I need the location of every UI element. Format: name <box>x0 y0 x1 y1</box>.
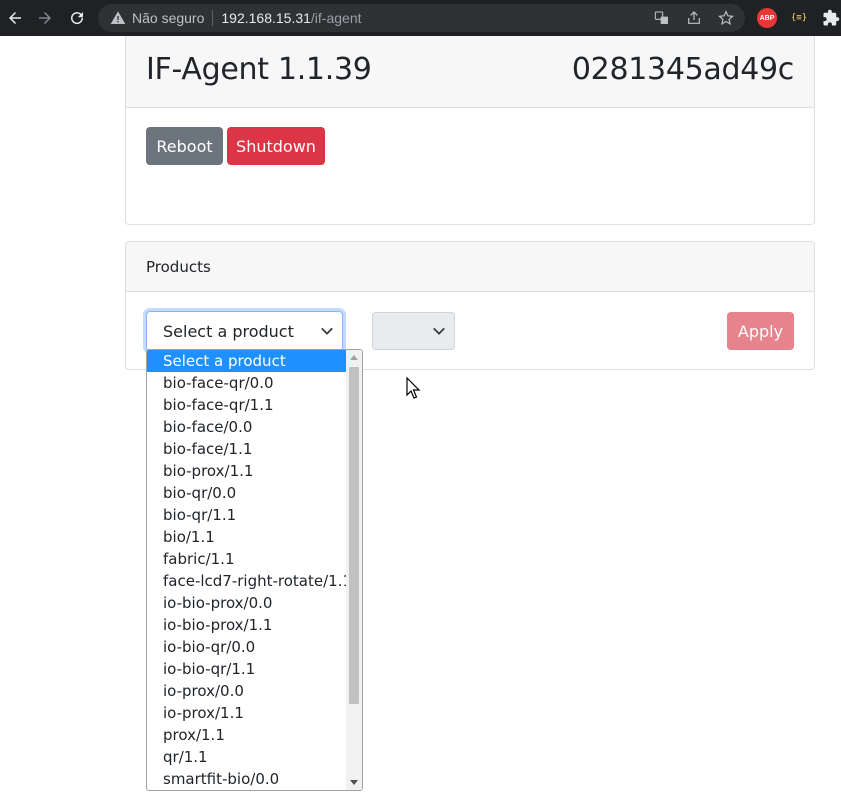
insecure-label: Não seguro <box>132 10 205 26</box>
dropdown-option[interactable]: bio-qr/0.0 <box>147 482 347 504</box>
version-select[interactable] <box>372 312 455 350</box>
dropdown-scrollbar[interactable] <box>346 350 362 790</box>
dropdown-option[interactable]: fabric/1.1 <box>147 548 347 570</box>
dropdown-option[interactable]: bio/1.1 <box>147 526 347 548</box>
dropdown-option[interactable]: io-bio-prox/0.0 <box>147 592 347 614</box>
product-select[interactable]: Select a product <box>146 311 343 351</box>
scroll-down-arrow-icon[interactable] <box>350 780 358 785</box>
agent-id: 0281345ad49c <box>571 52 794 87</box>
dropdown-option[interactable]: Select a product <box>147 350 347 372</box>
dropdown-option[interactable]: face-lcd7-right-rotate/1.1 <box>147 570 352 592</box>
agent-card: IF-Agent 1.1.39 0281345ad49c Reboot Shut… <box>125 36 815 225</box>
dropdown-option[interactable]: io-bio-prox/1.1 <box>147 614 347 636</box>
mouse-cursor-icon <box>406 377 421 399</box>
adblock-extension-icon[interactable]: ABP <box>757 8 777 28</box>
product-select-value: Select a product <box>163 321 294 341</box>
omnibox-divider <box>212 10 214 26</box>
product-dropdown-list[interactable]: Select a product bio-face-qr/0.0 bio-face-… <box>146 349 363 791</box>
json-viewer-extension-icon[interactable]: {≡} <box>789 8 809 28</box>
chevron-down-icon <box>321 327 333 335</box>
products-header: Products <box>146 258 211 276</box>
extensions-puzzle-icon[interactable] <box>821 8 841 28</box>
url-path: /if-agent <box>310 10 362 26</box>
address-bar[interactable]: Não seguro 192.168.15.31/if-agent <box>98 4 745 32</box>
chevron-down-icon <box>433 327 445 335</box>
agent-title: IF-Agent 1.1.39 <box>146 52 372 87</box>
forward-icon[interactable] <box>34 7 56 29</box>
url-host: 192.168.15.31 <box>221 10 311 26</box>
apply-button[interactable]: Apply <box>727 312 794 350</box>
agent-card-header: IF-Agent 1.1.39 0281345ad49c <box>126 36 814 108</box>
dropdown-option[interactable]: prox/1.1 <box>147 724 347 746</box>
products-card-header: Products <box>126 242 814 292</box>
reload-icon[interactable] <box>66 7 88 29</box>
back-icon[interactable] <box>4 7 26 29</box>
translate-icon[interactable] <box>653 9 671 27</box>
dropdown-option[interactable]: io-bio-qr/0.0 <box>147 636 347 658</box>
dropdown-option[interactable]: bio-face/1.1 <box>147 438 347 460</box>
browser-toolbar: Não seguro 192.168.15.31/if-agent ABP {≡… <box>0 0 841 36</box>
dropdown-options: Select a product bio-face-qr/0.0 bio-face-… <box>147 350 352 790</box>
dropdown-option[interactable]: smartfit-bio/0.0 <box>147 768 347 790</box>
dropdown-option[interactable]: bio-face/0.0 <box>147 416 347 438</box>
bookmark-star-icon[interactable] <box>717 9 735 27</box>
warning-icon <box>110 11 126 24</box>
dropdown-option[interactable]: bio-face-qr/0.0 <box>147 372 347 394</box>
scrollbar-thumb[interactable] <box>349 367 359 704</box>
dropdown-option[interactable]: bio-prox/1.1 <box>147 460 347 482</box>
scroll-up-arrow-icon[interactable] <box>350 355 358 360</box>
reboot-button[interactable]: Reboot <box>146 127 223 165</box>
dropdown-option[interactable]: io-prox/0.0 <box>147 680 347 702</box>
shutdown-button[interactable]: Shutdown <box>227 127 325 165</box>
dropdown-option[interactable]: io-bio-qr/1.1 <box>147 658 347 680</box>
dropdown-option[interactable]: qr/1.1 <box>147 746 347 768</box>
dropdown-option[interactable]: bio-qr/1.1 <box>147 504 347 526</box>
dropdown-option[interactable]: bio-face-qr/1.1 <box>147 394 347 416</box>
share-icon[interactable] <box>685 9 703 27</box>
dropdown-option[interactable]: io-prox/1.1 <box>147 702 347 724</box>
